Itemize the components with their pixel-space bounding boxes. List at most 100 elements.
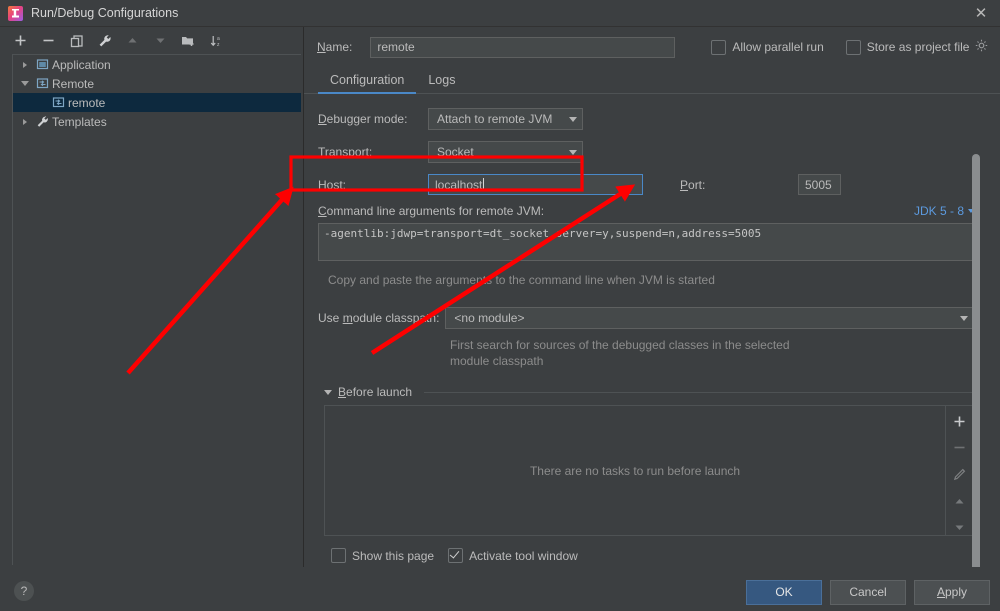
before-launch-title: Before launch xyxy=(338,385,413,399)
vertical-scrollbar-thumb[interactable] xyxy=(972,154,980,567)
tree-item-label: remote xyxy=(68,95,106,110)
name-label: Name: xyxy=(317,40,353,54)
cli-args-label-row: Command line arguments for remote JVM: J… xyxy=(318,204,1000,218)
name-input-value: remote xyxy=(377,40,415,54)
chevron-down-icon xyxy=(960,315,968,321)
gear-icon[interactable] xyxy=(975,39,988,55)
checkbox-box xyxy=(711,39,727,55)
add-configuration-button[interactable] xyxy=(12,32,29,49)
cli-args-textarea[interactable]: -agentlib:jdwp=transport=dt_socket,serve… xyxy=(318,223,974,261)
chevron-down-icon xyxy=(569,149,577,155)
checkbox-box xyxy=(845,39,861,55)
run-debug-configurations-dialog: Run/Debug Configurations ✕ a z Applicati… xyxy=(0,0,1000,611)
before-launch-toolbar xyxy=(945,406,973,535)
transport-label: Transport: xyxy=(318,145,373,159)
cancel-button[interactable]: Cancel xyxy=(830,579,906,605)
close-icon[interactable]: ✕ xyxy=(968,2,994,24)
module-hint-line-2: module classpath xyxy=(450,354,544,368)
apply-button[interactable]: Apply xyxy=(914,579,990,605)
host-port-row: Host: localhost Port: 5005 xyxy=(318,174,1000,195)
tab-configuration[interactable]: Configuration xyxy=(318,73,417,94)
configurations-sidebar: az Application Remote remote Templates xyxy=(0,27,304,567)
remove-configuration-button[interactable] xyxy=(40,32,57,49)
checkbox-box xyxy=(448,548,464,563)
cli-args-hint: Copy and paste the arguments to the comm… xyxy=(328,273,715,287)
tree-item-remote-group[interactable]: Remote xyxy=(13,74,301,93)
port-input-value: 5005 xyxy=(805,177,832,192)
dialog-title-bar: Run/Debug Configurations ✕ xyxy=(0,0,1000,27)
text-cursor xyxy=(483,178,485,191)
move-task-up-button[interactable] xyxy=(952,494,968,509)
dialog-title: Run/Debug Configurations xyxy=(31,6,179,20)
transport-select[interactable]: Socket xyxy=(428,141,583,163)
pencil-icon[interactable] xyxy=(952,467,968,482)
before-launch-task-list: There are no tasks to run before launch xyxy=(324,405,974,536)
tree-item-templates[interactable]: Templates xyxy=(13,112,301,131)
vertical-scrollbar-track[interactable] xyxy=(972,154,980,567)
module-classpath-label: Use module classpath: xyxy=(318,311,440,325)
transport-row: Transport: Socket xyxy=(318,141,1000,163)
cli-args-label: Command line arguments for remote JVM: xyxy=(318,204,545,218)
allow-parallel-run-label: Allow parallel run xyxy=(732,40,824,54)
divider xyxy=(424,391,974,393)
debugger-mode-value: Attach to remote JVM xyxy=(437,112,553,126)
sidebar-toolbar: az xyxy=(0,27,303,54)
module-hint-line-1: First search for sources of the debugged… xyxy=(450,338,790,352)
dialog-footer: ? OK Cancel Apply xyxy=(0,567,1000,611)
configurations-tree: Application Remote remote Templates xyxy=(12,54,301,565)
help-button[interactable]: ? xyxy=(14,581,34,601)
intellij-logo-icon xyxy=(8,5,23,21)
store-as-project-file-checkbox[interactable]: Store as project file xyxy=(845,39,970,55)
ok-button[interactable]: OK xyxy=(746,579,822,605)
store-as-project-file-label: Store as project file xyxy=(866,40,970,54)
port-input[interactable]: 5005 xyxy=(798,174,841,195)
application-config-icon xyxy=(33,58,51,71)
collapse-toggle[interactable] xyxy=(17,81,33,86)
expand-toggle[interactable] xyxy=(17,118,33,125)
show-this-page-label: Show this page xyxy=(352,548,435,563)
dialog-buttons: OK Cancel Apply xyxy=(746,579,990,605)
jdk-version-selector[interactable]: JDK 5 - 8 xyxy=(914,204,974,218)
wrench-icon xyxy=(33,115,51,128)
tree-item-label: Remote xyxy=(52,76,95,91)
tree-item-application[interactable]: Application xyxy=(13,55,301,74)
module-classpath-hint: First search for sources of the debugged… xyxy=(450,337,870,369)
sort-az-icon[interactable]: az xyxy=(208,32,225,49)
tree-item-label: Application xyxy=(52,57,111,72)
configuration-form: Debugger mode: Attach to remote JVM Tran… xyxy=(304,94,1000,567)
configuration-editor-pane: Name: remote Allow parallel run Store as… xyxy=(304,27,1000,567)
host-input[interactable]: localhost xyxy=(428,174,643,195)
module-classpath-row: Use module classpath: <no module> xyxy=(318,307,1000,329)
move-up-button[interactable] xyxy=(124,32,141,49)
move-down-button[interactable] xyxy=(152,32,169,49)
port-label: Port: xyxy=(680,177,706,192)
activate-tool-window-label: Activate tool window xyxy=(469,548,578,563)
folder-add-icon[interactable] xyxy=(180,32,197,49)
cli-args-value: -agentlib:jdwp=transport=dt_socket,serve… xyxy=(324,227,762,240)
name-input[interactable]: remote xyxy=(370,36,676,58)
tree-item-remote[interactable]: remote xyxy=(13,93,301,112)
tree-item-label: Templates xyxy=(52,114,107,129)
remove-task-button[interactable] xyxy=(952,441,968,456)
debugger-mode-select[interactable]: Attach to remote JVM xyxy=(428,108,583,130)
debugger-mode-label: Debugger mode: xyxy=(318,112,408,126)
move-task-down-button[interactable] xyxy=(952,520,968,535)
svg-text:z: z xyxy=(217,42,220,48)
chevron-down-icon xyxy=(569,116,577,122)
debugger-mode-row: Debugger mode: Attach to remote JVM xyxy=(318,108,1000,130)
expand-toggle[interactable] xyxy=(17,61,33,68)
add-task-button[interactable] xyxy=(952,414,968,429)
dialog-body: az Application Remote remote Templates N… xyxy=(0,27,1000,567)
name-row: Name: remote Allow parallel run Store as… xyxy=(304,36,1000,58)
jdk-version-label: JDK 5 - 8 xyxy=(913,204,964,218)
show-this-page-checkbox[interactable]: Show this page xyxy=(331,548,434,563)
wrench-icon[interactable] xyxy=(96,32,113,49)
allow-parallel-run-checkbox[interactable]: Allow parallel run xyxy=(711,39,824,55)
bottom-checkboxes: Show this page Activate tool window xyxy=(331,548,1000,563)
copy-configuration-icon[interactable] xyxy=(68,32,85,49)
tab-logs[interactable]: Logs xyxy=(416,73,467,93)
remote-config-icon xyxy=(33,77,51,90)
collapse-before-launch-icon[interactable] xyxy=(324,389,332,395)
activate-tool-window-checkbox[interactable]: Activate tool window xyxy=(448,548,578,563)
module-classpath-select[interactable]: <no module> xyxy=(445,307,974,329)
